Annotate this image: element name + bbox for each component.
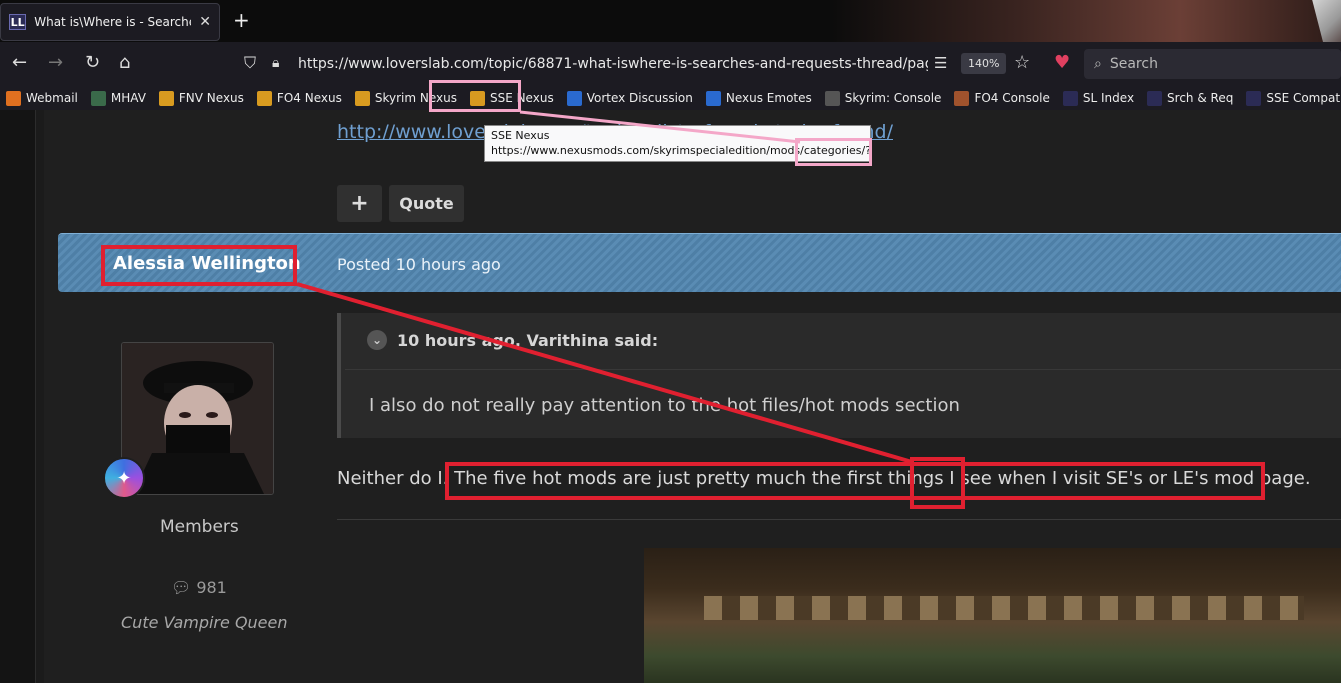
reader-view-icon[interactable]: ☰ bbox=[934, 53, 947, 73]
bookmark-tooltip: SSE Nexus https://www.nexusmods.com/skyr… bbox=[484, 125, 871, 162]
posted-time[interactable]: Posted 10 hours ago bbox=[337, 255, 501, 274]
tooltip-url: https://www.nexusmods.com/skyrimspeciale… bbox=[491, 144, 871, 157]
quote-header[interactable]: ⌄ 10 hours ago, Varithina said: bbox=[367, 330, 658, 350]
embedded-game-screenshot[interactable] bbox=[644, 548, 1341, 683]
search-icon: ⌕ bbox=[1094, 56, 1102, 72]
bookmark-item[interactable]: FO4 Nexus bbox=[256, 90, 342, 106]
nexus-icon bbox=[256, 90, 272, 106]
bookmark-item[interactable]: Nexus Emotes bbox=[705, 90, 812, 106]
vortex-icon bbox=[705, 90, 721, 106]
post-body: Neither do I. The five hot mods are just… bbox=[337, 468, 1311, 489]
bookmark-item[interactable]: FO4 Console bbox=[954, 90, 1050, 106]
bookmark-item[interactable]: Vortex Discussion bbox=[566, 90, 693, 106]
nexus-icon bbox=[469, 90, 485, 106]
bookmark-item[interactable]: Skyrim: Console bbox=[824, 90, 942, 106]
rank-badge-icon: ✦ bbox=[103, 457, 145, 499]
screenshot-frieze bbox=[704, 596, 1304, 620]
author-name[interactable]: Alessia Wellington bbox=[113, 253, 301, 274]
pocket-icon[interactable]: ♥ bbox=[1054, 53, 1070, 73]
ll-icon bbox=[1246, 90, 1262, 106]
url-text[interactable]: https://www.loverslab.com/topic/68871-wh… bbox=[298, 56, 928, 72]
user-title: Cute Vampire Queen bbox=[121, 613, 288, 632]
ll-icon bbox=[1062, 90, 1078, 106]
zoom-level-badge[interactable]: 140% bbox=[961, 53, 1007, 74]
bookmark-label: Srch & Req bbox=[1167, 91, 1234, 105]
multiquote-button[interactable]: + bbox=[337, 185, 382, 222]
quote-divider bbox=[345, 369, 1341, 370]
address-bar[interactable]: ⛉ 🔒︎ https://www.loverslab.com/topic/688… bbox=[232, 49, 1040, 79]
bookmark-item[interactable]: SL Index bbox=[1062, 90, 1135, 106]
nav-bar: ← → ↻ ⌂ ⛉ 🔒︎ https://www.loverslab.com/t… bbox=[0, 42, 1341, 86]
bookmarks-toolbar: Webmail MHAV FNV Nexus FO4 Nexus Skyrim Nexu… bbox=[0, 86, 1341, 110]
loverslab-logo-icon: LL bbox=[9, 14, 27, 30]
bookmark-label: SL Index bbox=[1082, 91, 1135, 105]
quote-block: ⌄ 10 hours ago, Varithina said: I also d… bbox=[337, 313, 1341, 438]
nexus-icon bbox=[158, 90, 174, 106]
lock-icon[interactable]: 🔒︎ bbox=[272, 53, 279, 73]
bookmark-item[interactable]: SSE Nexus bbox=[469, 90, 554, 106]
uesp-icon bbox=[824, 90, 840, 106]
new-tab-icon[interactable]: + bbox=[233, 10, 250, 30]
bookmark-item[interactable]: Srch & Req bbox=[1147, 90, 1234, 106]
bookmark-item[interactable]: Webmail bbox=[6, 90, 78, 106]
bookmark-label: SSE Nexus bbox=[489, 91, 554, 105]
vortex-icon bbox=[566, 90, 582, 106]
tab-bar: LL What is\Where is - Searches and Reque… bbox=[0, 0, 1341, 56]
quote-button[interactable]: Quote bbox=[389, 185, 464, 222]
tooltip-url-part1: https://www.nexusmods.com/skyrimspeciale… bbox=[491, 144, 804, 157]
post-count-value: 981 bbox=[196, 578, 227, 597]
bookmark-label: SSE Compat bbox=[1266, 91, 1341, 105]
tooltip-title: SSE Nexus bbox=[491, 129, 550, 142]
page-content: http://www.loverslab.com/topic/...list-o… bbox=[0, 110, 1341, 683]
bookmark-item[interactable]: Skyrim Nexus bbox=[354, 90, 457, 106]
bookmark-label: Webmail bbox=[26, 91, 78, 105]
bookmark-label: FNV Nexus bbox=[178, 91, 244, 105]
reload-icon[interactable]: ↻ bbox=[85, 53, 100, 73]
search-box[interactable]: ⌕ Search bbox=[1084, 49, 1341, 79]
quote-citation: 10 hours ago, Varithina said: bbox=[397, 330, 659, 350]
left-rail bbox=[0, 110, 36, 683]
browser-window: LL What is\Where is - Searches and Reque… bbox=[0, 0, 1341, 683]
active-tab[interactable]: LL What is\Where is - Searches and Reque… bbox=[0, 3, 220, 41]
bookmark-label: Vortex Discussion bbox=[586, 91, 693, 105]
forward-arrow-icon[interactable]: → bbox=[48, 53, 63, 73]
nexus-icon bbox=[354, 90, 370, 106]
bookmark-item[interactable]: MHAV bbox=[90, 90, 146, 106]
bookmark-item[interactable]: FNV Nexus bbox=[158, 90, 244, 106]
mail-icon bbox=[6, 90, 21, 106]
fo4-icon bbox=[954, 90, 970, 106]
mhav-icon bbox=[90, 90, 106, 106]
member-group: Members bbox=[160, 517, 239, 537]
bookmark-star-icon[interactable]: ☆ bbox=[1014, 53, 1030, 73]
bookmark-label: Skyrim: Console bbox=[844, 91, 942, 105]
post-divider bbox=[337, 519, 1341, 520]
bookmark-label: Nexus Emotes bbox=[725, 91, 812, 105]
speech-bubble-icon: 💬︎ bbox=[171, 578, 192, 597]
bookmark-label: FO4 Console bbox=[974, 91, 1050, 105]
quote-text: I also do not really pay attention to th… bbox=[369, 395, 960, 416]
chevron-down-icon[interactable]: ⌄ bbox=[367, 330, 387, 350]
bookmark-label: FO4 Nexus bbox=[276, 91, 342, 105]
search-placeholder: Search bbox=[1109, 56, 1158, 72]
close-tab-icon[interactable]: ✕ bbox=[199, 14, 211, 30]
bookmark-label: MHAV bbox=[110, 91, 146, 105]
bookmark-item[interactable]: SSE Compat bbox=[1246, 90, 1341, 106]
ll-icon bbox=[1147, 90, 1163, 106]
shield-icon[interactable]: ⛉ bbox=[244, 53, 256, 73]
back-arrow-icon[interactable]: ← bbox=[12, 53, 27, 73]
home-icon[interactable]: ⌂ bbox=[119, 53, 130, 73]
bookmark-label: Skyrim Nexus bbox=[374, 91, 457, 105]
post-count: 💬︎ 981 bbox=[171, 578, 227, 597]
tab-title: What is\Where is - Searches and Requests… bbox=[34, 15, 191, 29]
tooltip-url-part2: categories/? bbox=[803, 144, 872, 157]
